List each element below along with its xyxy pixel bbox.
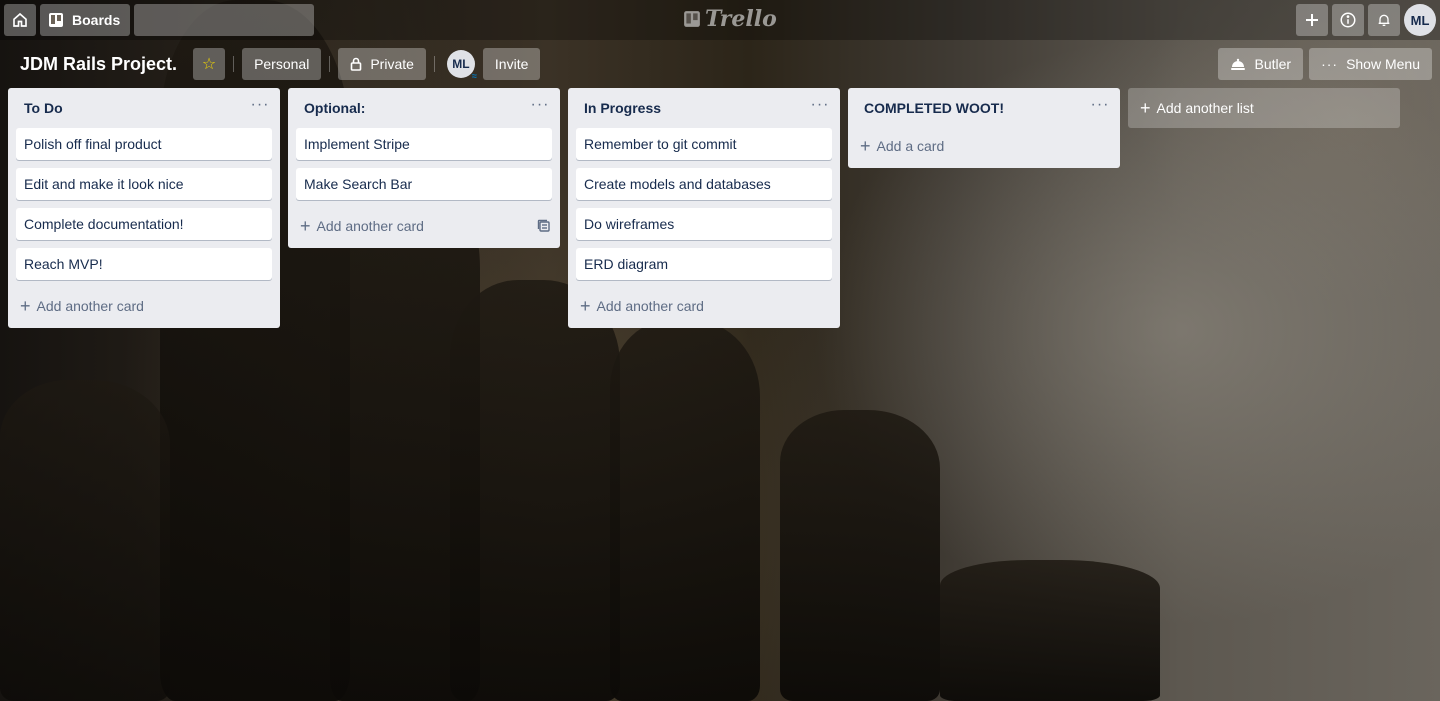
add-card-group: + Add a card <box>860 136 945 156</box>
member-initials: ML <box>452 57 470 71</box>
add-card-button[interactable]: + Add a card <box>848 128 1120 164</box>
add-card-button[interactable]: + Add another card <box>288 208 560 244</box>
card[interactable]: Complete documentation! <box>16 208 272 240</box>
top-header: Boards Trello ML <box>0 0 1440 40</box>
team-label: Personal <box>254 56 310 72</box>
list-completed: COMPLETED WOOT! ··· + Add a card <box>848 88 1120 168</box>
butler-icon <box>1231 58 1246 70</box>
star-button[interactable]: ☆ <box>193 48 226 80</box>
add-card-label: Add another card <box>316 218 424 234</box>
board-title[interactable]: JDM Rails Project. <box>12 54 185 75</box>
list-header[interactable]: To Do ··· <box>8 88 280 128</box>
team-button[interactable]: Personal <box>242 48 322 80</box>
list-title[interactable]: Optional: <box>304 100 365 116</box>
home-button[interactable] <box>4 4 36 36</box>
list-title[interactable]: To Do <box>24 100 63 116</box>
show-menu-label: Show Menu <box>1346 56 1420 72</box>
add-card-label: Add a card <box>876 138 945 154</box>
search-input[interactable] <box>117 12 307 28</box>
card-container: Remember to git commit Create models and… <box>568 128 840 280</box>
info-button[interactable] <box>1332 4 1364 36</box>
list-title[interactable]: COMPLETED WOOT! <box>864 100 1004 116</box>
card[interactable]: Remember to git commit <box>576 128 832 160</box>
add-card-group: + Add another card <box>580 296 704 316</box>
card[interactable]: Edit and make it look nice <box>16 168 272 200</box>
list-menu-icon[interactable]: ··· <box>1088 97 1112 116</box>
card[interactable]: Do wireframes <box>576 208 832 240</box>
header-actions: ML <box>1296 4 1436 36</box>
boards-icon <box>49 13 63 27</box>
visibility-label: Private <box>370 56 414 72</box>
board-header: JDM Rails Project. ☆ Personal Private ML… <box>0 48 1440 81</box>
show-menu-button[interactable]: ··· Show Menu <box>1309 48 1432 80</box>
list-menu-icon[interactable]: ··· <box>808 97 832 116</box>
plus-icon <box>1306 14 1318 26</box>
star-icon: ☆ <box>201 56 217 73</box>
card[interactable]: Implement Stripe <box>296 128 552 160</box>
list-title[interactable]: In Progress <box>584 100 661 116</box>
list-in-progress: In Progress ··· Remember to git commit C… <box>568 88 840 328</box>
board-canvas: To Do ··· Polish off final product Edit … <box>8 88 1400 328</box>
add-list-label: Add another list <box>1156 100 1254 116</box>
background-rock <box>610 320 760 701</box>
card[interactable]: Make Search Bar <box>296 168 552 200</box>
list-header[interactable]: In Progress ··· <box>568 88 840 128</box>
home-icon <box>13 12 27 27</box>
user-avatar[interactable]: ML <box>1404 4 1436 36</box>
plus-icon: + <box>580 296 591 316</box>
add-card-group: + Add another card <box>20 296 144 316</box>
add-card-label: Add another card <box>596 298 704 314</box>
list-header[interactable]: Optional: ··· <box>288 88 560 128</box>
visibility-button[interactable]: Private <box>338 48 426 80</box>
member-avatar[interactable]: ML ≈ <box>446 50 477 81</box>
search-box[interactable] <box>117 4 315 36</box>
card-container: Implement Stripe Make Search Bar <box>288 128 560 200</box>
invite-button[interactable]: Invite <box>482 48 541 80</box>
add-card-label: Add another card <box>36 298 144 314</box>
trello-logo[interactable]: Trello <box>683 6 777 32</box>
list-to-do: To Do ··· Polish off final product Edit … <box>8 88 280 328</box>
butler-label: Butler <box>1254 56 1292 72</box>
add-card-group: + Add another card <box>300 216 424 236</box>
card[interactable]: Create models and databases <box>576 168 832 200</box>
create-button[interactable] <box>1296 4 1328 36</box>
divider <box>329 56 331 72</box>
info-icon <box>1340 12 1356 28</box>
plus-icon: + <box>860 136 871 156</box>
bell-icon <box>1378 14 1390 26</box>
list-optional: Optional: ··· Implement Stripe Make Sear… <box>288 88 560 248</box>
user-initials: ML <box>1410 12 1430 28</box>
lock-icon <box>351 57 362 71</box>
card[interactable]: ERD diagram <box>576 248 832 280</box>
card-container: Polish off final product Edit and make i… <box>8 128 280 280</box>
card-template-icon[interactable] <box>536 218 552 234</box>
boards-label: Boards <box>72 12 121 28</box>
divider <box>233 56 235 72</box>
list-menu-icon[interactable]: ··· <box>248 97 272 116</box>
background-rock <box>940 560 1160 701</box>
plus-icon: + <box>1140 98 1151 118</box>
more-icon: ··· <box>1321 56 1339 72</box>
admin-badge-icon: ≈ <box>471 71 477 81</box>
card[interactable]: Reach MVP! <box>16 248 272 280</box>
background-rock <box>0 380 170 701</box>
butler-button[interactable]: Butler <box>1218 48 1304 80</box>
logo-text: Trello <box>705 6 777 32</box>
board-header-right: Butler ··· Show Menu <box>1218 48 1432 80</box>
add-card-button[interactable]: + Add another card <box>568 288 840 324</box>
background-rock <box>450 280 620 701</box>
plus-icon: + <box>20 296 31 316</box>
add-card-button[interactable]: + Add another card <box>8 288 280 324</box>
list-header[interactable]: COMPLETED WOOT! ··· <box>848 88 1120 128</box>
divider <box>433 56 435 72</box>
background-rock <box>780 410 940 701</box>
add-list-button[interactable]: + Add another list <box>1128 88 1400 128</box>
invite-label: Invite <box>494 56 529 72</box>
plus-icon: + <box>300 216 311 236</box>
trello-logo-icon <box>684 11 700 27</box>
notifications-button[interactable] <box>1368 4 1400 36</box>
card[interactable]: Polish off final product <box>16 128 272 160</box>
list-menu-icon[interactable]: ··· <box>528 97 552 116</box>
